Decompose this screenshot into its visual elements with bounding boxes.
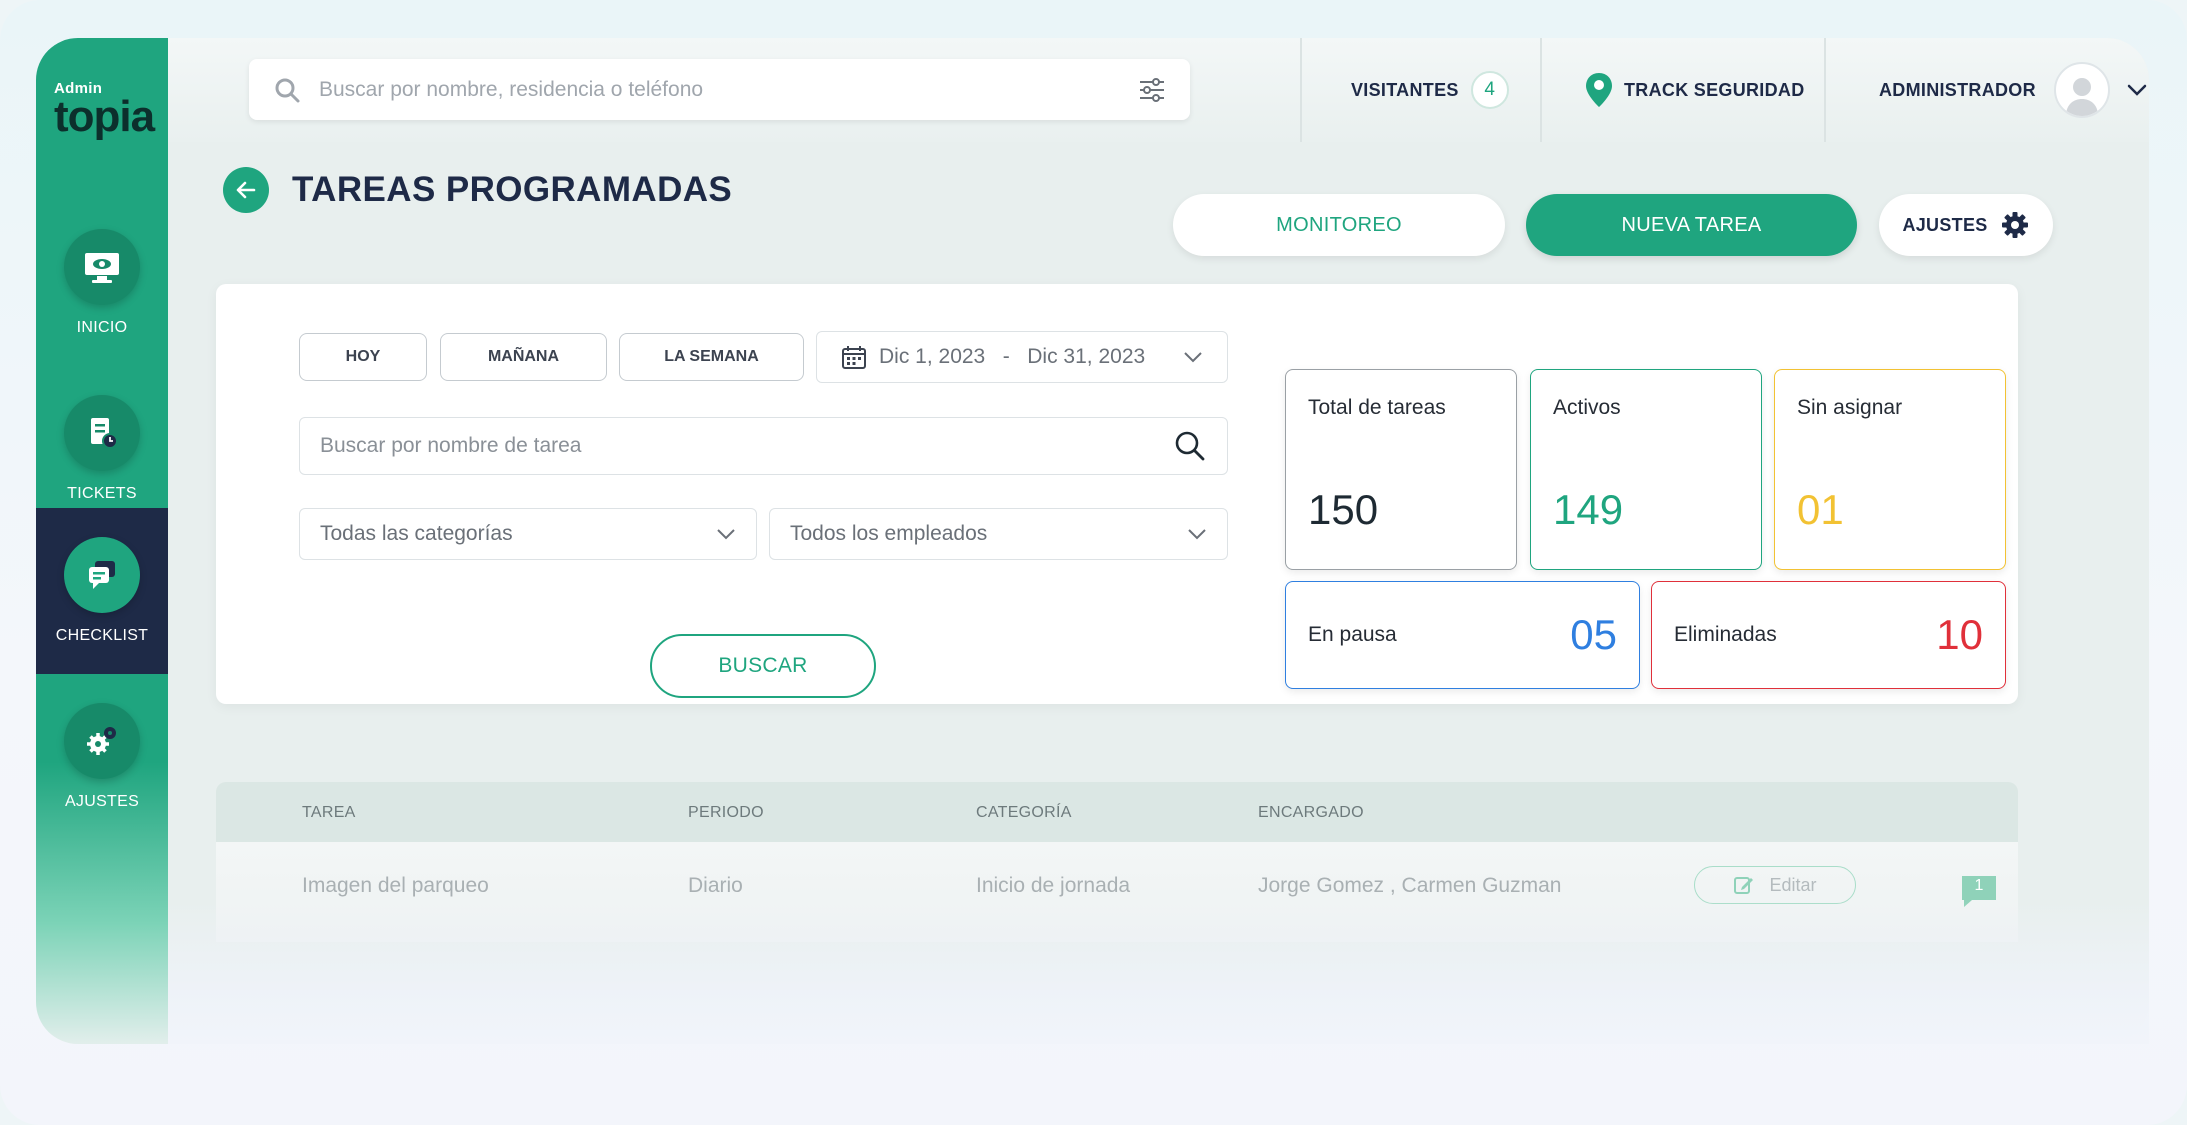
- column-header-encargado[interactable]: ENCARGADO: [1258, 804, 1364, 822]
- sidebar-item-ajustes[interactable]: AJUSTES: [36, 674, 168, 840]
- date-range-picker[interactable]: Dic 1, 2023 - Dic 31, 2023: [816, 331, 1228, 383]
- user-role-label: ADMINISTRADOR: [1879, 79, 2036, 100]
- cell-tarea: Imagen del parqueo: [302, 874, 489, 897]
- cell-periodo: Diario: [688, 874, 743, 897]
- stat-value: 10: [1936, 611, 1983, 658]
- stat-eliminadas: Eliminadas 10: [1651, 581, 2006, 689]
- cell-categoria: Inicio de jornada: [976, 874, 1131, 897]
- stat-en-pausa: En pausa 05: [1285, 581, 1640, 689]
- filter-semana-button[interactable]: LA SEMANA: [619, 333, 804, 381]
- table-row[interactable]: Imagen del parqueo Diario Inicio de jorn…: [216, 842, 2018, 942]
- search-icon: [275, 78, 300, 102]
- edit-button[interactable]: Editar: [1694, 866, 1856, 904]
- chevron-down-icon: [2127, 84, 2147, 96]
- category-select-value: Todas las categorías: [320, 522, 513, 545]
- ticket-clock-icon: [64, 395, 140, 471]
- back-button[interactable]: [223, 167, 269, 213]
- stat-sin-asignar: Sin asignar 01: [1774, 369, 2006, 570]
- date-separator: -: [1002, 345, 1010, 368]
- gear-icon: [2001, 212, 2028, 238]
- date-range-value: Dic 1, 2023 - Dic 31, 2023: [879, 345, 1183, 369]
- divider: [1824, 38, 1826, 142]
- track-seguridad-button[interactable]: TRACK SEGURIDAD: [1584, 38, 1805, 142]
- filter-sliders-icon[interactable]: [1138, 76, 1166, 104]
- filter-manana-button[interactable]: MAÑANA: [440, 333, 607, 381]
- comments-button[interactable]: 1: [1960, 874, 1998, 908]
- sidebar-item-label: INICIO: [76, 319, 128, 336]
- brand-name: topia: [54, 92, 155, 141]
- stat-value: 150: [1308, 486, 1379, 533]
- category-select[interactable]: Todas las categorías: [299, 508, 757, 560]
- visitantes-label: VISITANTES: [1351, 79, 1459, 100]
- location-pin-icon: [1586, 73, 1612, 107]
- cell-encargado: Jorge Gomez , Carmen Guzman: [1258, 874, 1562, 897]
- divider: [1540, 38, 1542, 142]
- chevron-down-icon: [1184, 352, 1202, 363]
- search-icon[interactable]: [1173, 429, 1207, 463]
- stat-value: 149: [1553, 486, 1624, 533]
- nueva-tarea-button[interactable]: NUEVA TAREA: [1526, 194, 1857, 256]
- column-header-categoria[interactable]: CATEGORÍA: [976, 804, 1072, 822]
- employee-select[interactable]: Todos los empleados: [769, 508, 1228, 560]
- gears-icon: [64, 703, 140, 779]
- sidebar: Admin topia INICIO TICKETS CHECKLIST AJU…: [36, 38, 168, 1044]
- task-search-input[interactable]: Buscar por nombre de tarea: [299, 417, 1228, 475]
- global-search-placeholder: Buscar por nombre, residencia o teléfono: [319, 77, 704, 101]
- date-to: Dic 31, 2023: [1027, 345, 1146, 368]
- sidebar-item-label: TICKETS: [67, 485, 137, 502]
- calendar-icon: [842, 346, 866, 369]
- column-header-periodo[interactable]: PERIODO: [688, 804, 764, 822]
- avatar: [2053, 62, 2110, 118]
- chevron-down-icon: [717, 529, 735, 540]
- ajustes-label: AJUSTES: [1902, 214, 1988, 235]
- stat-label: Sin asignar: [1797, 396, 1903, 419]
- edit-icon: [1734, 877, 1754, 894]
- stat-value: 05: [1570, 611, 1617, 658]
- comment-count: 1: [1974, 877, 1984, 894]
- visitantes-count-badge: 4: [1470, 71, 1509, 109]
- date-from: Dic 1, 2023: [879, 345, 986, 368]
- sidebar-item-label: CHECKLIST: [55, 627, 149, 644]
- stat-label: Eliminadas: [1674, 623, 1777, 646]
- column-header-tarea[interactable]: TAREA: [302, 804, 356, 822]
- stat-activos: Activos 149: [1530, 369, 1762, 570]
- employee-select-value: Todos los empleados: [790, 522, 988, 545]
- user-menu[interactable]: ADMINISTRADOR: [1879, 38, 2148, 142]
- stat-value: 01: [1797, 486, 1844, 533]
- top-bar: Buscar por nombre, residencia o teléfono…: [168, 38, 2149, 142]
- page-title: TAREAS PROGRAMADAS: [292, 170, 733, 209]
- brand-logo[interactable]: Admin topia: [54, 80, 155, 141]
- sidebar-item-label: AJUSTES: [64, 793, 140, 810]
- ajustes-button[interactable]: AJUSTES: [1879, 194, 2053, 256]
- filter-hoy-button[interactable]: HOY: [299, 333, 427, 381]
- divider: [1300, 38, 1302, 142]
- stat-label: Activos: [1553, 396, 1621, 419]
- task-search-placeholder: Buscar por nombre de tarea: [320, 434, 582, 457]
- chat-bubbles-icon: [64, 537, 140, 613]
- buscar-button[interactable]: BUSCAR: [650, 634, 876, 698]
- monitoreo-button[interactable]: MONITOREO: [1173, 194, 1505, 256]
- stat-label: Total de tareas: [1308, 396, 1446, 419]
- global-search-input[interactable]: Buscar por nombre, residencia o teléfono: [249, 59, 1190, 120]
- chevron-down-icon: [1188, 529, 1206, 540]
- edit-label: Editar: [1769, 874, 1817, 895]
- stat-total-tareas: Total de tareas 150: [1285, 369, 1517, 570]
- table-header: TAREA PERIODO CATEGORÍA ENCARGADO: [216, 782, 2018, 842]
- monitor-eye-icon: [64, 229, 140, 305]
- visitantes-button[interactable]: VISITANTES 4: [1351, 38, 1509, 142]
- sidebar-item-inicio[interactable]: INICIO: [36, 200, 168, 366]
- stat-label: En pausa: [1308, 623, 1397, 646]
- arrow-left-icon: [236, 181, 256, 199]
- sidebar-item-checklist[interactable]: CHECKLIST: [36, 508, 168, 674]
- track-seguridad-label: TRACK SEGURIDAD: [1624, 79, 1805, 100]
